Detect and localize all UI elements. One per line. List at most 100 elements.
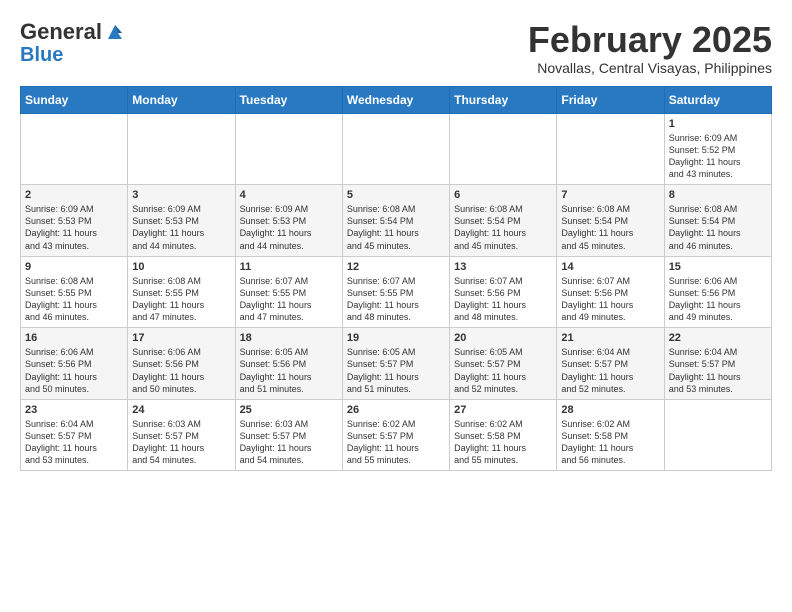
- calendar-cell: 12 Sunrise: 6:07 AM Sunset: 5:55 PM Dayli…: [342, 256, 449, 328]
- page-header: General Blue February 2025 Novallas, Cen…: [20, 20, 772, 76]
- logo-icon: [104, 21, 126, 43]
- calendar-cell: 4Sunrise: 6:09 AM Sunset: 5:53 PM Daylig…: [235, 185, 342, 257]
- day-number: 22: [669, 332, 767, 344]
- title-section: February 2025 Novallas, Central Visayas,…: [528, 20, 772, 76]
- calendar-cell: 5 Sunrise: 6:08 AM Sunset: 5:54 PM Daylig…: [342, 185, 449, 257]
- day-number: 8: [669, 189, 767, 201]
- logo-general: General: [20, 20, 102, 44]
- weekday-header-tuesday: Tuesday: [235, 86, 342, 113]
- calendar-cell: 7Sunrise: 6:08 AM Sunset: 5:54 PM Daylig…: [557, 185, 664, 257]
- day-number: 6: [454, 189, 552, 201]
- day-number: 1: [669, 118, 767, 130]
- calendar-cell: [557, 113, 664, 185]
- day-info: Sunrise: 6:04 AM Sunset: 5:57 PM Dayligh…: [25, 418, 123, 467]
- calendar-cell: 6 Sunrise: 6:08 AM Sunset: 5:54 PM Daylig…: [450, 185, 557, 257]
- day-number: 12: [347, 261, 445, 273]
- day-number: 20: [454, 332, 552, 344]
- day-info: Sunrise: 6:09 AM Sunset: 5:53 PM Dayligh…: [240, 203, 338, 252]
- calendar-cell: 1 Sunrise: 6:09 AM Sunset: 5:52 PM Daylig…: [664, 113, 771, 185]
- day-number: 15: [669, 261, 767, 273]
- calendar-week-5: 23 Sunrise: 6:04 AM Sunset: 5:57 PM Dayli…: [21, 399, 772, 471]
- day-number: 14: [561, 261, 659, 273]
- location-title: Novallas, Central Visayas, Philippines: [528, 60, 772, 76]
- weekday-header-saturday: Saturday: [664, 86, 771, 113]
- calendar-cell: 8Sunrise: 6:08 AM Sunset: 5:54 PM Daylig…: [664, 185, 771, 257]
- calendar-cell: 25 Sunrise: 6:03 AM Sunset: 5:57 PM Dayli…: [235, 399, 342, 471]
- day-number: 25: [240, 404, 338, 416]
- calendar-week-2: 2 Sunrise: 6:09 AM Sunset: 5:53 PM Daylig…: [21, 185, 772, 257]
- calendar-cell: 3 Sunrise: 6:09 AM Sunset: 5:53 PM Daylig…: [128, 185, 235, 257]
- logo-blue: Blue: [20, 44, 63, 66]
- day-number: 21: [561, 332, 659, 344]
- calendar-cell: 27Sunrise: 6:02 AM Sunset: 5:58 PM Dayli…: [450, 399, 557, 471]
- day-number: 24: [132, 404, 230, 416]
- day-number: 9: [25, 261, 123, 273]
- day-info: Sunrise: 6:05 AM Sunset: 5:56 PM Dayligh…: [240, 346, 338, 395]
- day-info: Sunrise: 6:07 AM Sunset: 5:56 PM Dayligh…: [454, 275, 552, 324]
- day-info: Sunrise: 6:05 AM Sunset: 5:57 PM Dayligh…: [454, 346, 552, 395]
- day-info: Sunrise: 6:05 AM Sunset: 5:57 PM Dayligh…: [347, 346, 445, 395]
- calendar-cell: [664, 399, 771, 471]
- day-info: Sunrise: 6:08 AM Sunset: 5:54 PM Dayligh…: [454, 203, 552, 252]
- day-number: 28: [561, 404, 659, 416]
- calendar-week-1: 1 Sunrise: 6:09 AM Sunset: 5:52 PM Daylig…: [21, 113, 772, 185]
- calendar-cell: 14 Sunrise: 6:07 AM Sunset: 5:56 PM Dayli…: [557, 256, 664, 328]
- calendar-week-3: 9 Sunrise: 6:08 AM Sunset: 5:55 PM Daylig…: [21, 256, 772, 328]
- day-info: Sunrise: 6:04 AM Sunset: 5:57 PM Dayligh…: [561, 346, 659, 395]
- day-info: Sunrise: 6:08 AM Sunset: 5:55 PM Dayligh…: [132, 275, 230, 324]
- calendar-cell: 19 Sunrise: 6:05 AM Sunset: 5:57 PM Dayli…: [342, 328, 449, 400]
- day-info: Sunrise: 6:09 AM Sunset: 5:52 PM Dayligh…: [669, 132, 767, 181]
- weekday-header-wednesday: Wednesday: [342, 86, 449, 113]
- calendar-cell: 24 Sunrise: 6:03 AM Sunset: 5:57 PM Dayli…: [128, 399, 235, 471]
- day-info: Sunrise: 6:06 AM Sunset: 5:56 PM Dayligh…: [669, 275, 767, 324]
- month-title: February 2025: [528, 20, 772, 60]
- day-info: Sunrise: 6:09 AM Sunset: 5:53 PM Dayligh…: [25, 203, 123, 252]
- calendar-cell: 28 Sunrise: 6:02 AM Sunset: 5:58 PM Dayli…: [557, 399, 664, 471]
- day-info: Sunrise: 6:02 AM Sunset: 5:58 PM Dayligh…: [561, 418, 659, 467]
- day-info: Sunrise: 6:09 AM Sunset: 5:53 PM Dayligh…: [132, 203, 230, 252]
- calendar-cell: [235, 113, 342, 185]
- day-info: Sunrise: 6:02 AM Sunset: 5:58 PM Dayligh…: [454, 418, 552, 467]
- calendar-cell: [128, 113, 235, 185]
- day-number: 10: [132, 261, 230, 273]
- day-info: Sunrise: 6:06 AM Sunset: 5:56 PM Dayligh…: [25, 346, 123, 395]
- day-info: Sunrise: 6:04 AM Sunset: 5:57 PM Dayligh…: [669, 346, 767, 395]
- day-number: 18: [240, 332, 338, 344]
- calendar-cell: 11Sunrise: 6:07 AM Sunset: 5:55 PM Dayli…: [235, 256, 342, 328]
- day-number: 26: [347, 404, 445, 416]
- day-number: 23: [25, 404, 123, 416]
- weekday-header-sunday: Sunday: [21, 86, 128, 113]
- day-info: Sunrise: 6:07 AM Sunset: 5:55 PM Dayligh…: [347, 275, 445, 324]
- day-info: Sunrise: 6:03 AM Sunset: 5:57 PM Dayligh…: [132, 418, 230, 467]
- day-number: 16: [25, 332, 123, 344]
- day-number: 11: [240, 261, 338, 273]
- weekday-header-thursday: Thursday: [450, 86, 557, 113]
- weekday-header-monday: Monday: [128, 86, 235, 113]
- day-info: Sunrise: 6:03 AM Sunset: 5:57 PM Dayligh…: [240, 418, 338, 467]
- calendar-cell: 23 Sunrise: 6:04 AM Sunset: 5:57 PM Dayli…: [21, 399, 128, 471]
- day-number: 5: [347, 189, 445, 201]
- day-number: 7: [561, 189, 659, 201]
- day-number: 3: [132, 189, 230, 201]
- calendar-cell: 21 Sunrise: 6:04 AM Sunset: 5:57 PM Dayli…: [557, 328, 664, 400]
- calendar-cell: [450, 113, 557, 185]
- day-info: Sunrise: 6:07 AM Sunset: 5:56 PM Dayligh…: [561, 275, 659, 324]
- day-number: 2: [25, 189, 123, 201]
- day-info: Sunrise: 6:06 AM Sunset: 5:56 PM Dayligh…: [132, 346, 230, 395]
- day-info: Sunrise: 6:02 AM Sunset: 5:57 PM Dayligh…: [347, 418, 445, 467]
- calendar-cell: [21, 113, 128, 185]
- day-number: 13: [454, 261, 552, 273]
- calendar-cell: [342, 113, 449, 185]
- calendar-cell: 2 Sunrise: 6:09 AM Sunset: 5:53 PM Daylig…: [21, 185, 128, 257]
- calendar-cell: 18 Sunrise: 6:05 AM Sunset: 5:56 PM Dayli…: [235, 328, 342, 400]
- calendar-cell: 9Sunrise: 6:08 AM Sunset: 5:55 PM Daylig…: [21, 256, 128, 328]
- calendar-cell: 26 Sunrise: 6:02 AM Sunset: 5:57 PM Dayli…: [342, 399, 449, 471]
- day-info: Sunrise: 6:08 AM Sunset: 5:54 PM Dayligh…: [347, 203, 445, 252]
- weekday-header-row: SundayMondayTuesdayWednesdayThursdayFrid…: [21, 86, 772, 113]
- day-number: 19: [347, 332, 445, 344]
- calendar-cell: 20 Sunrise: 6:05 AM Sunset: 5:57 PM Dayli…: [450, 328, 557, 400]
- weekday-header-friday: Friday: [557, 86, 664, 113]
- logo: General Blue: [20, 20, 126, 66]
- calendar-week-4: 16 Sunrise: 6:06 AM Sunset: 5:56 PM Dayli…: [21, 328, 772, 400]
- calendar-cell: 13 Sunrise: 6:07 AM Sunset: 5:56 PM Dayli…: [450, 256, 557, 328]
